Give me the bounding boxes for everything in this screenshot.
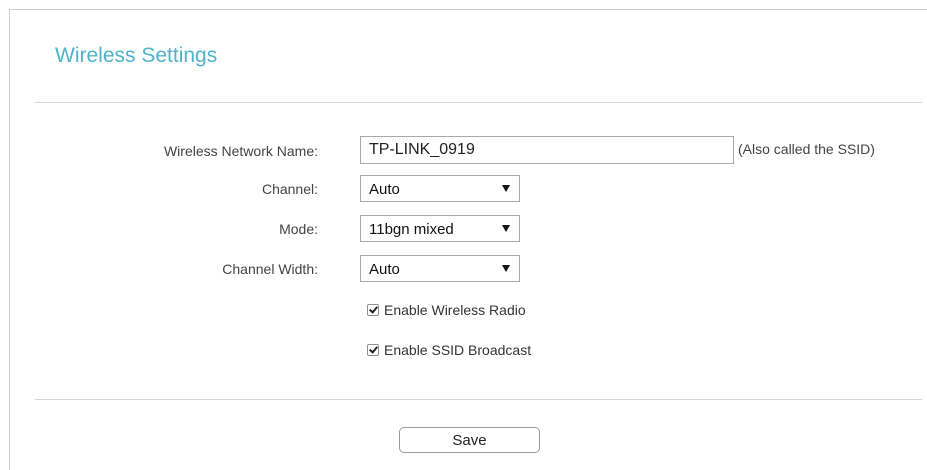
enable-ssid-broadcast-label: Enable SSID Broadcast: [384, 342, 532, 358]
mode-label: Mode:: [279, 221, 318, 237]
enable-wireless-radio-row[interactable]: Enable Wireless Radio: [367, 302, 526, 318]
channel-width-select-value: Auto: [369, 261, 400, 278]
enable-wireless-radio-checkbox[interactable]: [367, 304, 379, 317]
page-title: Wireless Settings: [55, 44, 218, 67]
divider-top: [35, 102, 922, 103]
ssid-hint: (Also called the SSID): [738, 141, 875, 157]
divider-bottom: [35, 399, 922, 400]
dropdown-arrow-icon: [502, 225, 510, 232]
enable-ssid-broadcast-checkbox[interactable]: [367, 344, 379, 357]
save-button[interactable]: Save: [399, 427, 540, 453]
mode-select-value: 11bgn mixed: [369, 221, 454, 238]
channel-label: Channel:: [261, 181, 318, 197]
channel-width-select[interactable]: Auto: [360, 255, 520, 282]
dropdown-arrow-icon: [502, 185, 510, 192]
mode-select[interactable]: 11bgn mixed: [360, 215, 520, 242]
channel-select-value: Auto: [369, 181, 400, 198]
channel-width-label: Channel Width:: [222, 261, 318, 277]
dropdown-arrow-icon: [502, 265, 510, 272]
network-name-input[interactable]: [360, 136, 734, 164]
network-name-label: Wireless Network Name:: [163, 143, 318, 159]
enable-ssid-broadcast-row[interactable]: Enable SSID Broadcast: [367, 342, 531, 358]
enable-wireless-radio-label: Enable Wireless Radio: [384, 302, 526, 318]
channel-select[interactable]: Auto: [360, 175, 520, 202]
